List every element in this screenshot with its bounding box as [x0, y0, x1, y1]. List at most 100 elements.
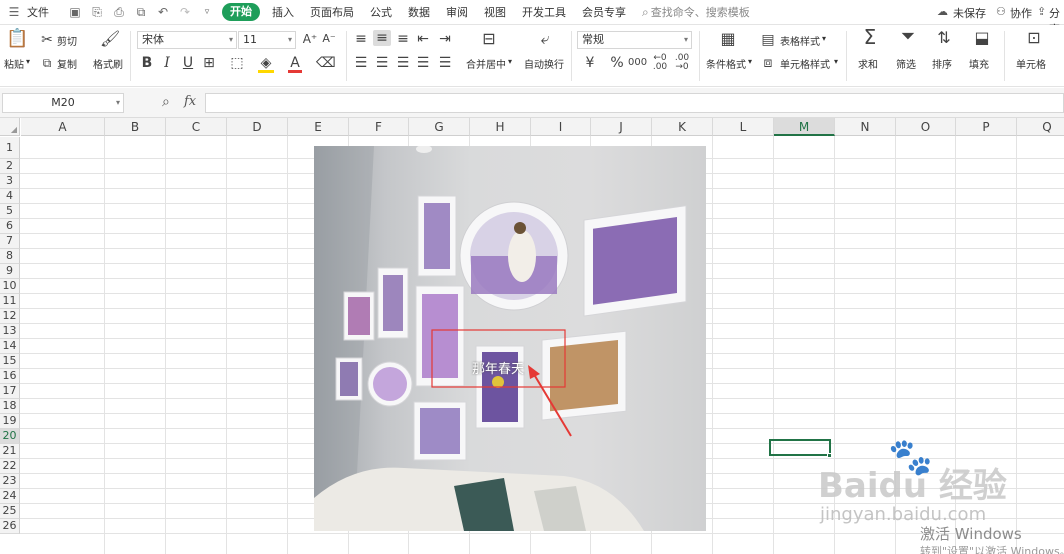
- tab-insert[interactable]: 插入: [264, 0, 302, 25]
- row-header-14[interactable]: 14: [0, 339, 20, 354]
- align-middle-icon[interactable]: ≡: [373, 30, 391, 46]
- column-header-k[interactable]: K: [652, 118, 713, 136]
- row-header-5[interactable]: 5: [0, 204, 20, 219]
- row-header-17[interactable]: 17: [0, 384, 20, 399]
- fill-color-icon[interactable]: ◈: [258, 55, 274, 73]
- file-menu[interactable]: 文件: [25, 0, 57, 25]
- row-header-22[interactable]: 22: [0, 459, 20, 474]
- row-header-23[interactable]: 23: [0, 474, 20, 489]
- column-header-j[interactable]: J: [591, 118, 652, 136]
- column-header-e[interactable]: E: [288, 118, 349, 136]
- format-painter-button[interactable]: 格式刷: [93, 56, 123, 71]
- decrease-font-icon[interactable]: A⁻: [321, 31, 337, 47]
- save-icon[interactable]: ▣: [67, 4, 83, 20]
- cell-button[interactable]: 单元格: [1016, 56, 1046, 71]
- bold-icon[interactable]: B: [140, 55, 154, 71]
- row-header-7[interactable]: 7: [0, 234, 20, 249]
- sort-icon[interactable]: ⇅: [934, 30, 954, 46]
- wrap-text-icon[interactable]: ⤶: [535, 31, 555, 47]
- row-header-12[interactable]: 12: [0, 309, 20, 324]
- column-header-c[interactable]: C: [166, 118, 227, 136]
- border-icon[interactable]: ⊞: [201, 55, 217, 71]
- clear-icon[interactable]: ⌫: [316, 55, 336, 71]
- column-header-b[interactable]: B: [105, 118, 166, 136]
- indent-increase-icon[interactable]: ⇥: [438, 31, 452, 47]
- column-header-g[interactable]: G: [409, 118, 470, 136]
- zoom-icon[interactable]: ⌕: [162, 94, 170, 110]
- row-header-10[interactable]: 10: [0, 279, 20, 294]
- search-input[interactable]: 查找命令、搜索模板: [651, 4, 750, 20]
- column-header-l[interactable]: L: [713, 118, 774, 136]
- column-header-m[interactable]: M: [774, 118, 835, 136]
- justify-icon[interactable]: ☰: [416, 55, 430, 71]
- table-style-dropdown-icon[interactable]: ▾: [822, 34, 826, 43]
- row-header-20[interactable]: 20: [0, 429, 20, 444]
- italic-icon[interactable]: I: [161, 55, 173, 71]
- row-header-26[interactable]: 26: [0, 519, 20, 534]
- tab-review[interactable]: 审阅: [438, 0, 476, 25]
- fill-icon[interactable]: ⬓: [972, 30, 992, 46]
- cell-style-dropdown-icon[interactable]: ▾: [834, 57, 838, 66]
- row-header-16[interactable]: 16: [0, 369, 20, 384]
- decrease-decimal-icon[interactable]: .00 →0: [673, 54, 691, 72]
- cell-style-icon[interactable]: ⬚: [229, 55, 245, 71]
- paste-icon[interactable]: 📋: [6, 30, 28, 48]
- tab-data[interactable]: 数据: [400, 0, 438, 25]
- underline-icon[interactable]: U: [181, 55, 195, 71]
- align-top-icon[interactable]: ≡: [354, 31, 368, 47]
- copy-button[interactable]: 复制: [57, 56, 77, 71]
- tab-view[interactable]: 视图: [476, 0, 514, 25]
- row-header-18[interactable]: 18: [0, 399, 20, 414]
- formula-input[interactable]: [205, 93, 1064, 113]
- column-header-n[interactable]: N: [835, 118, 896, 136]
- row-header-21[interactable]: 21: [0, 444, 20, 459]
- merge-center-icon[interactable]: ⊟: [479, 31, 499, 47]
- photo-wall-image[interactable]: 那年春天: [314, 146, 706, 531]
- redo-icon[interactable]: ↷: [177, 4, 193, 20]
- tab-formulas[interactable]: 公式: [362, 0, 400, 25]
- filter-button[interactable]: 筛选: [896, 56, 916, 71]
- sum-icon[interactable]: Σ: [860, 27, 880, 47]
- merge-dropdown-icon[interactable]: ▾: [508, 57, 512, 66]
- indent-decrease-icon[interactable]: ⇤: [416, 31, 430, 47]
- cond-format-dropdown-icon[interactable]: ▾: [748, 57, 752, 66]
- wrap-text-button[interactable]: 自动换行: [524, 56, 564, 71]
- align-right-icon[interactable]: ☰: [396, 55, 410, 71]
- merge-center-button[interactable]: 合并居中: [466, 56, 506, 71]
- print-preview-icon[interactable]: ⧉: [133, 4, 149, 20]
- unsaved-status[interactable]: 未保存: [953, 5, 986, 21]
- row-header-11[interactable]: 11: [0, 294, 20, 309]
- row-header-8[interactable]: 8: [0, 249, 20, 264]
- column-header-q[interactable]: Q: [1017, 118, 1064, 136]
- sum-button[interactable]: 求和: [858, 56, 878, 71]
- conditional-format-button[interactable]: 条件格式: [706, 56, 746, 71]
- cell-icon[interactable]: ⊡: [1024, 30, 1044, 46]
- increase-font-icon[interactable]: A⁺: [302, 31, 318, 47]
- row-header-25[interactable]: 25: [0, 504, 20, 519]
- thousands-icon[interactable]: 000: [628, 55, 647, 71]
- row-header-6[interactable]: 6: [0, 219, 20, 234]
- align-bottom-icon[interactable]: ≡: [396, 31, 410, 47]
- font-color-icon[interactable]: A: [288, 55, 302, 73]
- selected-cell[interactable]: [769, 439, 831, 456]
- select-all-corner[interactable]: ◢: [0, 118, 20, 136]
- tab-home[interactable]: 开始: [222, 3, 260, 21]
- currency-icon[interactable]: ¥: [582, 55, 598, 71]
- align-center-icon[interactable]: ☰: [375, 55, 389, 71]
- paste-dropdown-icon[interactable]: ▾: [26, 57, 30, 66]
- row-header-3[interactable]: 3: [0, 174, 20, 189]
- cell-style-button[interactable]: 单元格样式: [780, 56, 830, 71]
- undo-icon[interactable]: ↶: [155, 4, 171, 20]
- percent-icon[interactable]: %: [610, 55, 624, 71]
- align-left-icon[interactable]: ☰: [354, 55, 368, 71]
- row-header-9[interactable]: 9: [0, 264, 20, 279]
- font-size-select[interactable]: 11 ▾: [238, 31, 296, 49]
- row-header-19[interactable]: 19: [0, 414, 20, 429]
- column-header-h[interactable]: H: [470, 118, 531, 136]
- column-header-d[interactable]: D: [227, 118, 288, 136]
- row-header-2[interactable]: 2: [0, 159, 20, 174]
- customize-dropdown-icon[interactable]: ▿: [199, 4, 215, 20]
- column-header-i[interactable]: I: [531, 118, 591, 136]
- filter-icon[interactable]: ⏷: [898, 28, 918, 46]
- fill-button[interactable]: 填充: [969, 56, 989, 71]
